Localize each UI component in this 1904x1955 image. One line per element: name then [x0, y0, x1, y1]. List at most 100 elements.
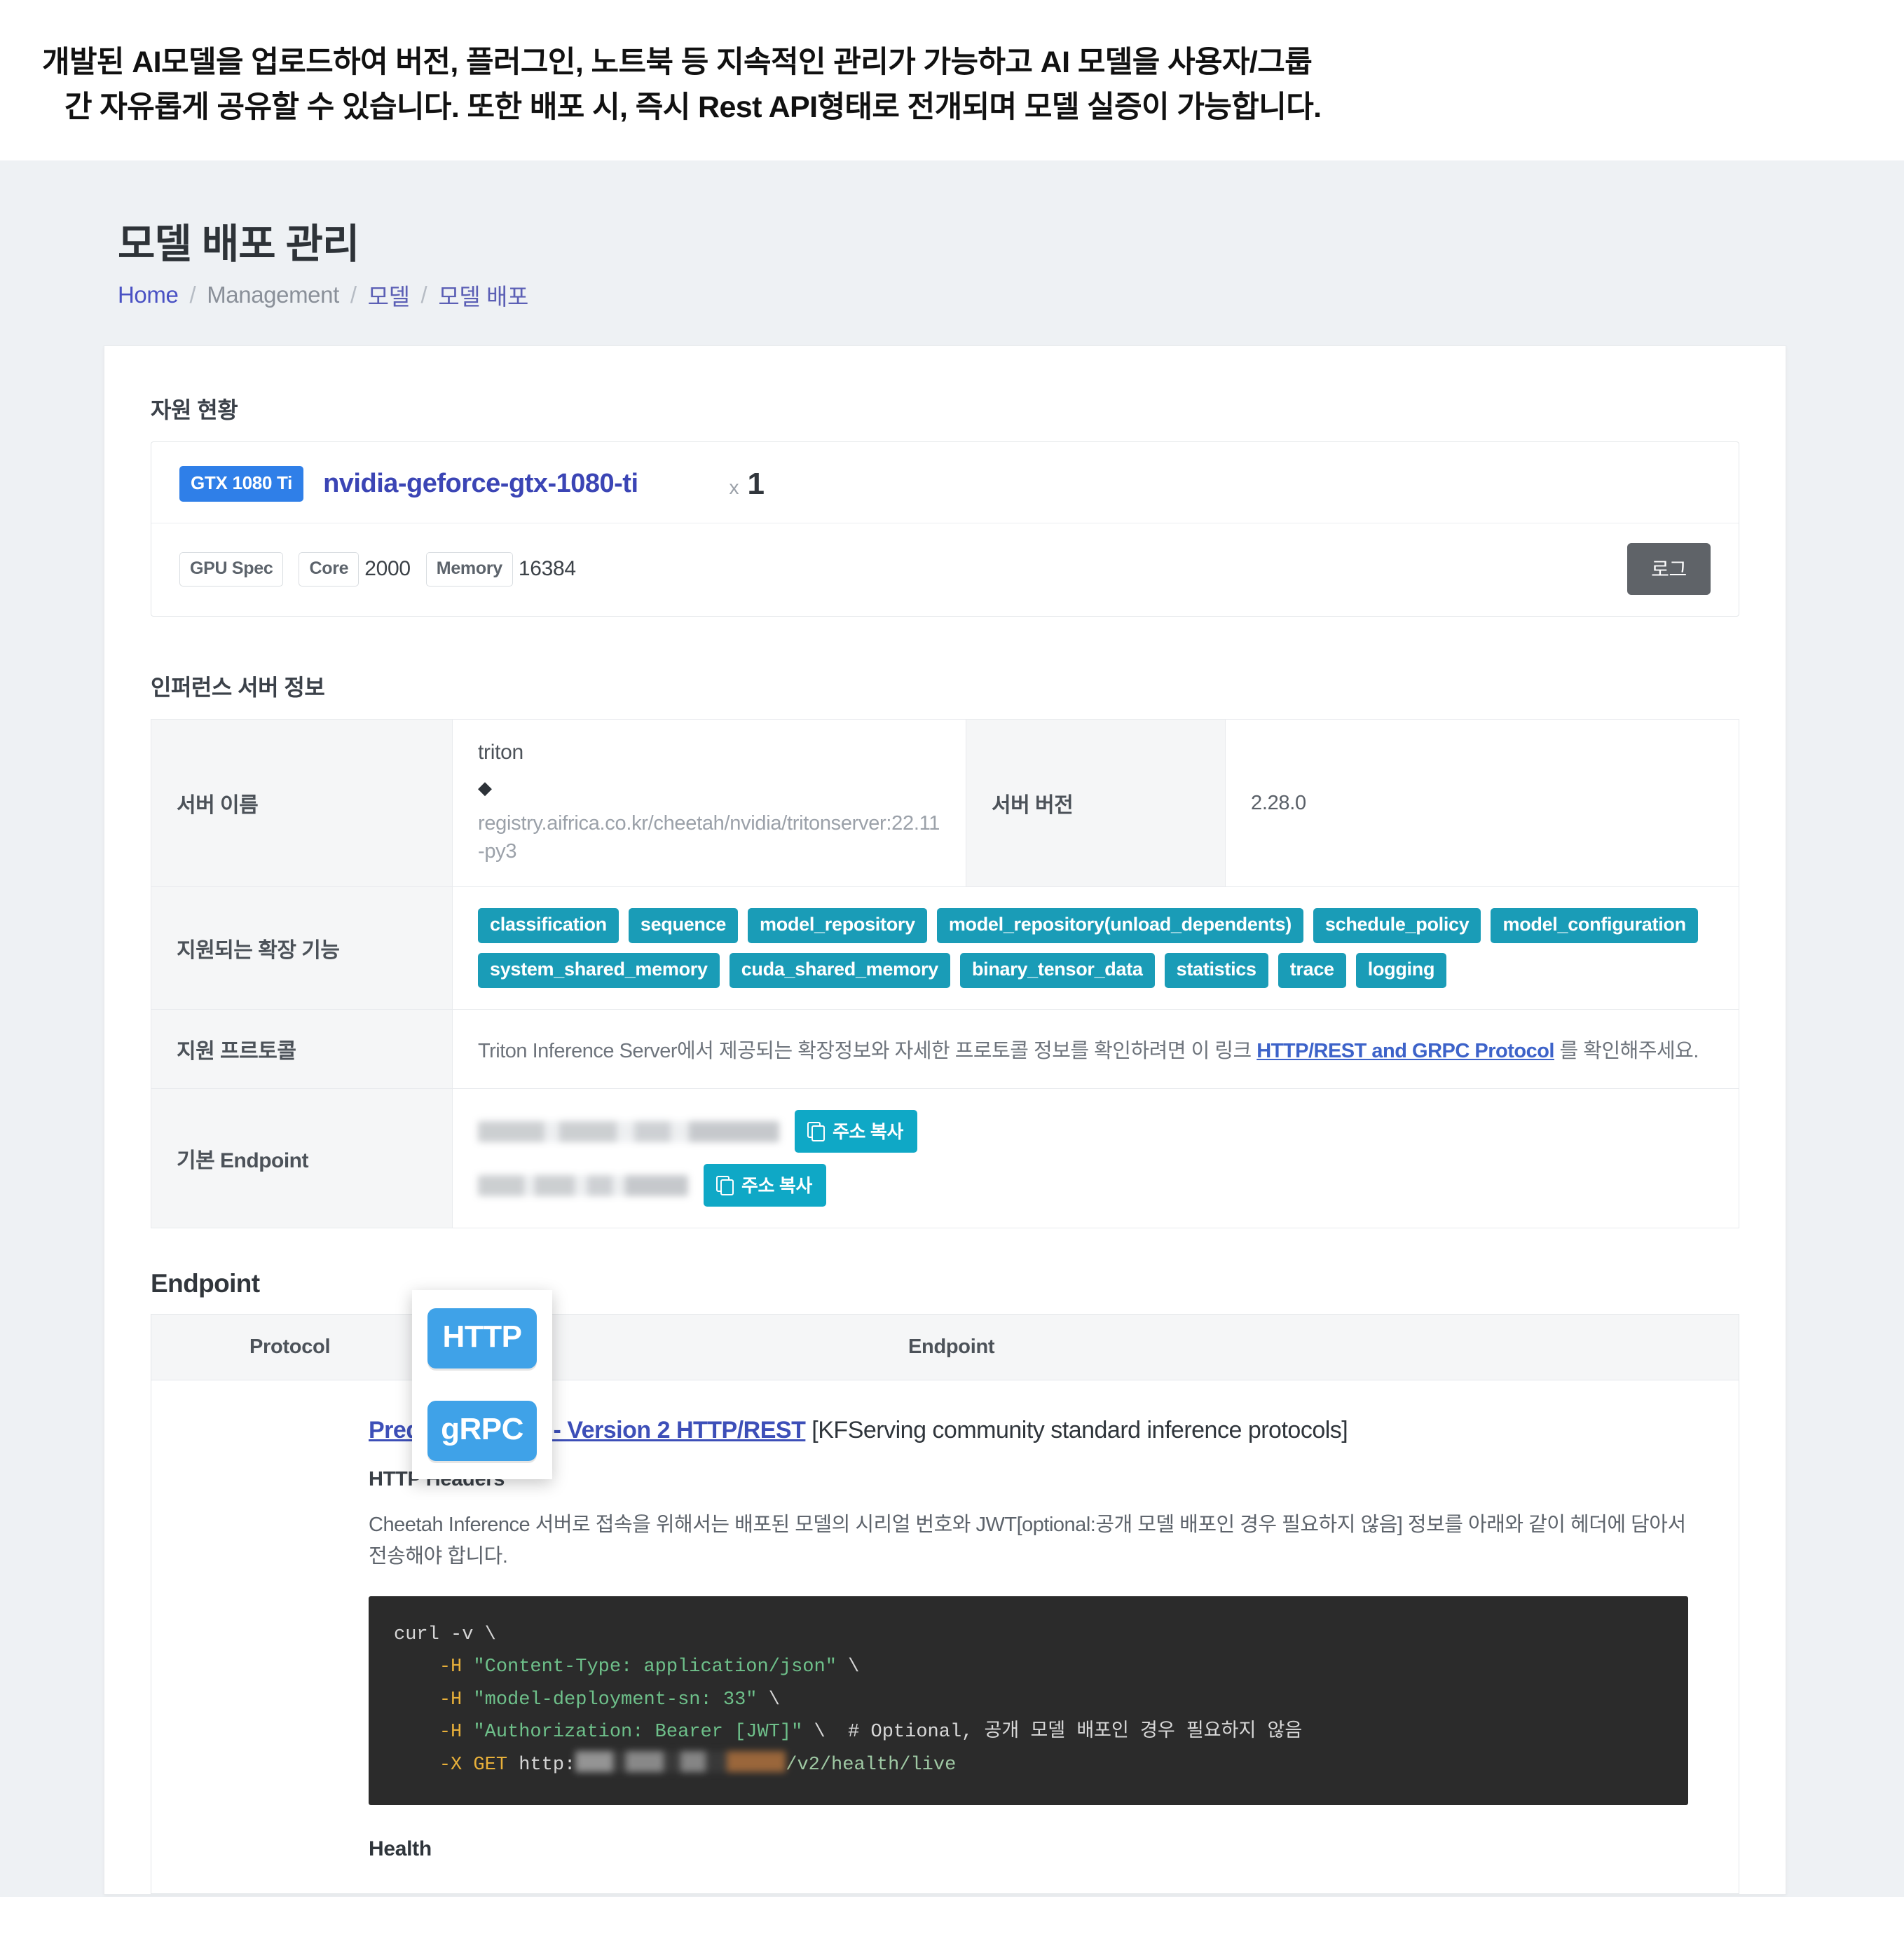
endpoint-http-row: 주소 복사	[478, 1110, 1713, 1153]
server-section-title: 인퍼런스 서버 정보	[151, 675, 325, 701]
code-line-2-string: "Content-Type: application/json"	[473, 1656, 837, 1678]
extension-tag: trace	[1278, 953, 1346, 989]
core-spec-pair: Core 2000	[299, 551, 411, 586]
breadcrumb-item-model[interactable]: 모델	[368, 278, 410, 312]
gpu-spec-chip: GPU Spec	[179, 551, 284, 586]
resource-card-header: GTX 1080 Ti nvidia-geforce-gtx-1080-ti x…	[151, 442, 1739, 524]
extension-tag: cuda_shared_memory	[729, 953, 950, 989]
table-row-extensions: 지원되는 확장 기능 classification sequence model_r…	[151, 886, 1739, 1010]
extension-tag: logging	[1355, 953, 1447, 989]
table-row-protocol: 지원 프르토콜 Triton Inference Server에서 제공되는 확…	[151, 1009, 1739, 1090]
copy-grpc-endpoint-button[interactable]: 주소 복사	[704, 1164, 826, 1207]
redacted-code-host	[575, 1750, 786, 1772]
extensions-value-cell: classification sequence model_repository mo…	[452, 886, 1739, 1010]
core-chip: Core	[299, 551, 359, 586]
copy-icon	[807, 1121, 825, 1141]
extension-tag: classification	[478, 908, 619, 944]
core-value: 2000	[364, 557, 411, 581]
multiply-symbol: x	[729, 476, 739, 498]
protocol-value-cell: Triton Inference Server에서 제공되는 확장정보와 자세한…	[452, 1009, 1739, 1090]
resource-card: GTX 1080 Ti nvidia-geforce-gtx-1080-ti x…	[151, 441, 1739, 617]
http-headers-description: Cheetah Inference 서버로 접속을 위해서는 배포된 모델의 시…	[369, 1514, 1686, 1568]
code-line-3-flag: -H	[439, 1689, 463, 1710]
caption-line-1: 개발된 AI모델을 업로드하여 버전, 플러그인, 노트북 등 지속적인 관리가…	[42, 46, 1313, 79]
resource-card-footer: GPU Spec Core 2000 Memory 16384 로그	[151, 523, 1739, 616]
caption-banner: 개발된 AI모델을 업로드하여 버전, 플러그인, 노트북 등 지속적인 관리가…	[0, 0, 1904, 161]
code-line-1: curl -v \	[394, 1624, 496, 1645]
table-row-endpoint: 기본 Endpoint 주소 복사 주소 복사	[151, 1088, 1739, 1229]
gpu-spec-chips: GPU Spec Core 2000 Memory 16384	[179, 551, 576, 586]
extension-tag: model_repository(unload_dependents)	[936, 908, 1303, 944]
http-protocol-badge[interactable]: HTTP	[427, 1308, 537, 1369]
code-line-4-flag: -H	[439, 1722, 463, 1743]
gpu-resource-name: nvidia-geforce-gtx-1080-ti	[323, 469, 638, 499]
protocol-overlay-popup: HTTP gRPC	[412, 1290, 552, 1480]
server-name-value-cell: triton ◆ registry.aifrica.co.kr/cheetah/…	[452, 719, 966, 888]
memory-spec-pair: Memory 16384	[425, 551, 576, 586]
endpoint-grpc-row: 주소 복사	[478, 1164, 1713, 1207]
app-viewport: 모델 배포 관리 Home / Management / 모델 / 모델 배포 …	[0, 160, 1904, 1898]
protocol-text-after: 를 확인해주세요.	[1554, 1040, 1699, 1063]
layers-icon: ◆	[478, 777, 492, 799]
curl-code-block: curl -v \ -H "Content-Type: application/…	[369, 1596, 1688, 1806]
protocol-label: 지원 프르토콜	[151, 1009, 453, 1090]
page-header: 모델 배포 관리 Home / Management / 모델 / 모델 배포	[0, 203, 1904, 312]
base-endpoint-label: 기본 Endpoint	[151, 1088, 453, 1229]
copy-icon	[716, 1175, 734, 1195]
copy-http-endpoint-button[interactable]: 주소 복사	[795, 1110, 917, 1153]
extension-tag: model_configuration	[1491, 908, 1698, 944]
extension-tag: schedule_policy	[1313, 908, 1481, 944]
extension-tag: sequence	[628, 908, 739, 944]
code-line-5-path: /v2/health/live	[786, 1754, 957, 1776]
code-line-2-flag: -H	[439, 1656, 463, 1678]
grpc-protocol-badge[interactable]: gRPC	[427, 1401, 537, 1462]
code-line-2-cont: \	[848, 1656, 860, 1678]
code-line-3-cont: \	[768, 1689, 780, 1710]
breadcrumb-item-model-deploy[interactable]: 모델 배포	[438, 278, 528, 312]
resource-section-title: 자원 현황	[151, 397, 238, 423]
page-title: 모델 배포 관리	[118, 221, 359, 268]
extension-tag: binary_tensor_data	[959, 953, 1155, 989]
breadcrumb-separator: /	[350, 282, 357, 308]
copy-button-label: 주소 복사	[741, 1175, 812, 1197]
table-row-server-name: 서버 이름 triton ◆ registry.aifrica.co.kr/ch…	[151, 719, 1739, 888]
inference-server-table: 서버 이름 triton ◆ registry.aifrica.co.kr/ch…	[151, 719, 1739, 1229]
inference-server-section: 인퍼런스 서버 정보 서버 이름 triton ◆ registry.aifri…	[151, 670, 1739, 1229]
copy-button-label: 주소 복사	[833, 1121, 903, 1143]
memory-chip: Memory	[425, 551, 513, 586]
extension-tag: system_shared_memory	[478, 953, 720, 989]
code-line-5-method: GET	[473, 1754, 508, 1776]
redacted-grpc-endpoint	[478, 1174, 688, 1196]
endpoint-table-header: Protocol Endpoint	[151, 1315, 1739, 1381]
breadcrumb-item-home[interactable]: Home	[118, 282, 179, 308]
gpu-count-value: 1	[747, 466, 765, 501]
caption-line-2: 간 자유롭게 공유할 수 있습니다. 또한 배포 시, 즉시 Rest API형…	[64, 90, 1322, 124]
protocol-doc-link[interactable]: HTTP/REST and GRPC Protocol	[1256, 1040, 1554, 1062]
endpoint-section: Endpoint Protocol Endpoint Predict Proto…	[151, 1269, 1739, 1895]
server-name-value: triton	[478, 741, 523, 764]
redacted-http-endpoint	[478, 1120, 779, 1142]
breadcrumb-separator: /	[420, 282, 427, 308]
predict-protocol-line: Predict Protocol - Version 2 HTTP/REST […	[369, 1417, 1688, 1444]
protocol-text-before: Triton Inference Server에서 제공되는 확장정보와 자세한…	[478, 1040, 1257, 1063]
server-name-label: 서버 이름	[151, 719, 453, 888]
endpoint-section-heading: Endpoint	[151, 1269, 260, 1298]
extension-tag: statistics	[1164, 953, 1268, 989]
code-line-5-scheme: http:	[519, 1754, 576, 1776]
extensions-label: 지원되는 확장 기능	[151, 886, 453, 1010]
server-version-label: 서버 버전	[966, 719, 1226, 888]
health-heading: Health	[369, 1837, 432, 1861]
breadcrumb-item-management[interactable]: Management	[207, 282, 339, 308]
code-line-4-comment: # Optional, 공개 모델 배포인 경우 필요하지 않음	[848, 1722, 1303, 1743]
log-button[interactable]: 로그	[1627, 543, 1711, 596]
resource-status-section: 자원 현황 GTX 1080 Ti nvidia-geforce-gtx-108…	[151, 392, 1739, 617]
base-endpoint-value-cell: 주소 복사 주소 복사	[452, 1088, 1739, 1229]
memory-value: 16384	[518, 557, 576, 581]
column-header-endpoint: Endpoint	[908, 1336, 995, 1359]
code-line-3-string: "model-deployment-sn: 33"	[473, 1689, 758, 1710]
content-panel: 자원 현황 GTX 1080 Ti nvidia-geforce-gtx-108…	[104, 345, 1786, 1895]
predict-protocol-suffix: [KFServing community standard inference …	[805, 1417, 1348, 1444]
extension-tag-list: classification sequence model_repository mo…	[478, 908, 1713, 989]
endpoint-table: Protocol Endpoint Predict Protocol - Ver…	[151, 1314, 1739, 1895]
gpu-count-group: x 1	[730, 467, 765, 502]
